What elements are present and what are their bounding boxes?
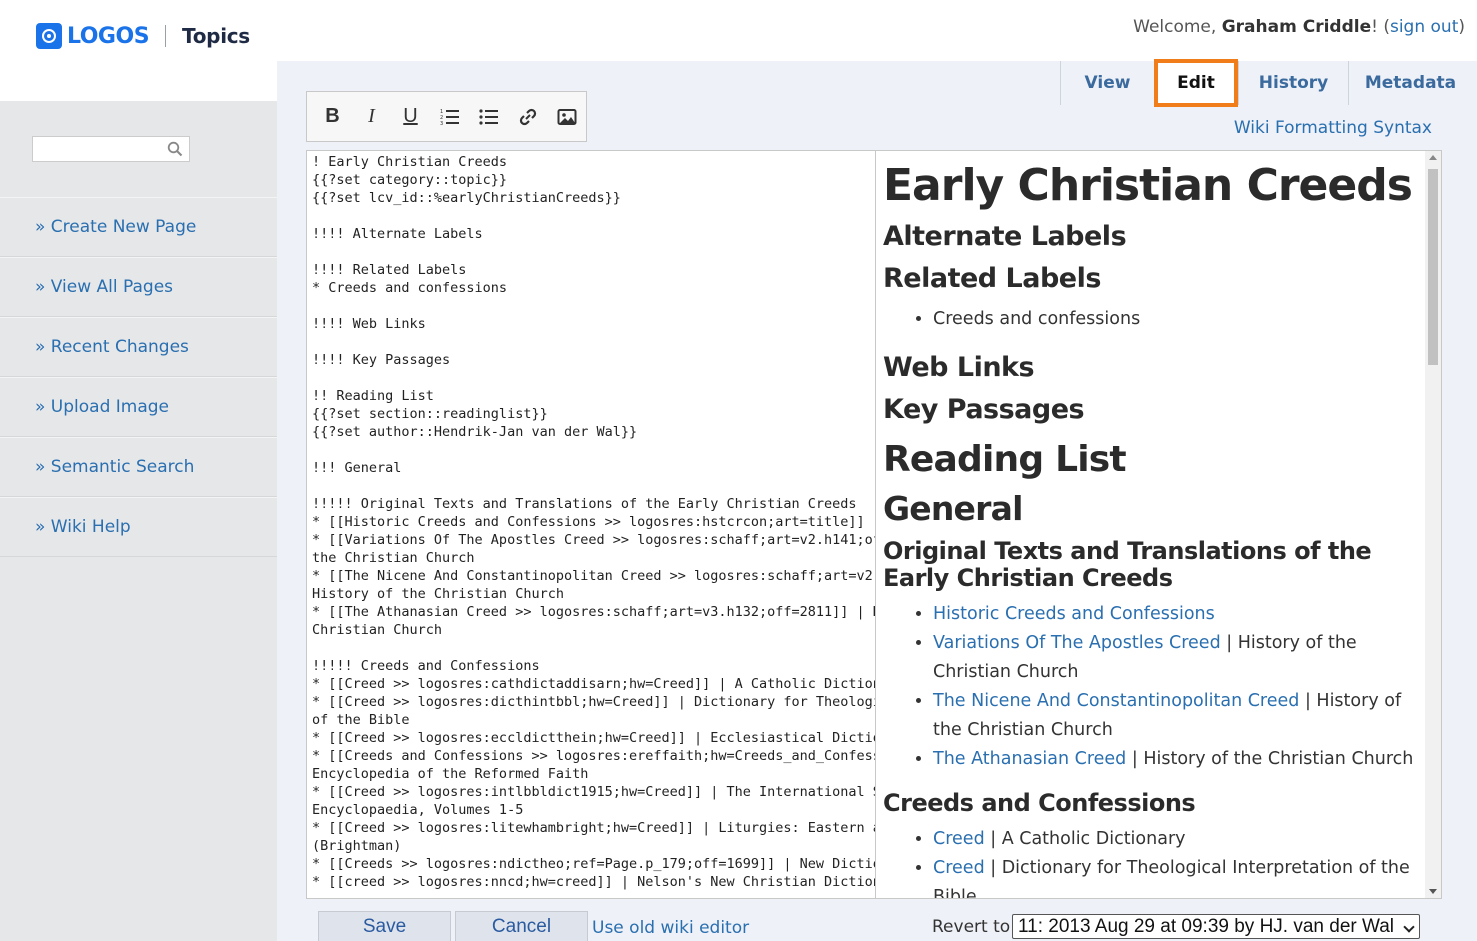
list-item: The Athanasian Creed | History of the Ch… [933,745,1427,774]
image-icon[interactable] [547,97,586,137]
sidebar-item-upload-image[interactable]: » Upload Image [0,377,277,437]
sidebar-item-recent-changes[interactable]: » Recent Changes [0,317,277,377]
list-item-source: | History of the Christian Church [1126,749,1414,769]
tab-view[interactable]: View [1060,61,1154,105]
logo[interactable]: LOGOS Topics [36,22,250,50]
search-icon[interactable] [167,141,183,157]
tab-edit[interactable]: Edit [1154,59,1238,107]
welcome-close: ) [1458,17,1465,37]
welcome-message: Welcome, Graham Criddle! (sign out) [1133,17,1465,37]
user-name: Graham Criddle [1221,17,1372,37]
list-item-source: | A Catholic Dictionary [984,829,1186,849]
list-item: The Nicene And Constantinopolitan Creed … [933,687,1427,745]
revert-version-select[interactable]: 11: 2013 Aug 29 at 09:39 by HJ. van der … [1012,914,1420,939]
sidebar-item-wiki-help[interactable]: » Wiki Help [0,497,277,557]
revert-selected-value: 11: 2013 Aug 29 at 09:39 by HJ. van der … [1018,915,1395,937]
preview-link[interactable]: Historic Creeds and Confessions [933,604,1215,624]
list-item: Creeds and confessions [933,305,1427,334]
link-svg [519,108,536,125]
preview-link[interactable]: The Nicene And Constantinopolitan Creed [933,691,1299,711]
preview-heading-general: General [883,489,1023,528]
sidebar-search-area [0,101,277,197]
section-title: Topics [182,24,250,48]
wiki-source-text: ! Early Christian Creeds {{?set category… [312,154,876,890]
numbered-list-icon[interactable]: 1 2 3 [430,97,469,137]
list-item: Variations Of The Apostles Creed | Histo… [933,629,1427,687]
sidebar-item-create-new-page[interactable]: » Create New Page [0,197,277,257]
welcome-suffix: ! ( [1371,17,1390,37]
search-input[interactable] [32,136,190,162]
bold-glyph: B [325,105,340,127]
creeds-list: Creed | A Catholic Dictionary Creed | Di… [933,825,1427,899]
bullet-list-svg [478,108,498,125]
editor-toolbar: B I U 1 2 3 [306,91,587,142]
logos-logo-icon [36,23,62,49]
wiki-formatting-syntax-link[interactable]: Wiki Formatting Syntax [1234,118,1432,138]
preview-title: Early Christian Creeds [883,160,1413,211]
preview-link[interactable]: Creed [933,858,985,878]
preview-link[interactable]: The Athanasian Creed [933,749,1126,769]
list-item: Historic Creeds and Confessions [933,600,1427,629]
scroll-thumb[interactable] [1428,169,1438,365]
sidebar-item-semantic-search[interactable]: » Semantic Search [0,437,277,497]
preview-link[interactable]: Creed [933,829,985,849]
underline-icon[interactable]: U [391,97,430,137]
preview-heading-web-links: Web Links [883,352,1035,383]
logo-text: LOGOS [67,23,150,49]
cancel-button[interactable]: Cancel [455,911,588,941]
revert-label: Revert to: [932,917,1016,937]
editor-frame: ! Early Christian Creeds {{?set category… [306,150,1442,899]
sign-out-link[interactable]: sign out [1390,17,1458,37]
bold-icon[interactable]: B [313,97,352,137]
save-button[interactable]: Save [318,911,451,941]
numbered-list-svg: 1 2 3 [440,109,459,126]
link-icon[interactable] [508,97,547,137]
list-item-source: | Dictionary for Theological Interpretat… [933,858,1410,899]
image-svg [557,108,576,125]
preview-scrollbar[interactable] [1425,151,1441,898]
preview-link[interactable]: Variations Of The Apostles Creed [933,633,1221,653]
welcome-prefix: Welcome, [1133,17,1222,37]
preview-heading-reading-list: Reading List [883,439,1127,480]
use-old-wiki-editor-link[interactable]: Use old wiki editor [592,918,749,938]
page-tabs: View Edit History Metadata [1060,59,1472,107]
wiki-source-textarea[interactable]: ! Early Christian Creeds {{?set category… [307,151,876,898]
preview-heading-key-passages: Key Passages [883,394,1085,425]
preview-heading-creeds-and-confessions: Creeds and Confessions [883,789,1196,817]
related-labels-list: Creeds and confessions [933,305,1427,334]
scroll-down-icon[interactable] [1429,889,1437,894]
list-item: Creed | A Catholic Dictionary [933,825,1427,854]
chevron-down-icon [1403,921,1415,933]
bullet-list-icon[interactable] [469,97,508,137]
logo-divider [165,25,167,47]
preview-heading-alternate-labels: Alternate Labels [883,221,1127,252]
sidebar-nav: » Create New Page » View All Pages » Rec… [0,197,277,557]
tab-metadata[interactable]: Metadata [1348,61,1472,105]
original-texts-list: Historic Creeds and Confessions Variatio… [933,600,1427,774]
scroll-up-icon[interactable] [1429,155,1437,160]
list-item: Creed | Dictionary for Theological Inter… [933,854,1427,899]
italic-icon[interactable]: I [352,97,391,137]
preview-heading-related-labels: Related Labels [883,263,1101,294]
svg-text:3: 3 [440,121,443,126]
wiki-preview: Early Christian Creeds Alternate Labels … [877,151,1427,899]
editor-footer: Save Cancel Use old wiki editor Revert t… [277,909,1477,941]
italic-glyph: I [368,105,375,127]
preview-heading-original-texts: Original Texts and Translations of the E… [883,537,1372,592]
tab-history[interactable]: History [1238,61,1348,105]
main-panel: View Edit History Metadata Wiki Formatti… [277,59,1477,941]
sidebar-item-view-all-pages[interactable]: » View All Pages [0,257,277,317]
underline-glyph: U [403,105,418,127]
sidebar: » Create New Page » View All Pages » Rec… [0,101,277,941]
